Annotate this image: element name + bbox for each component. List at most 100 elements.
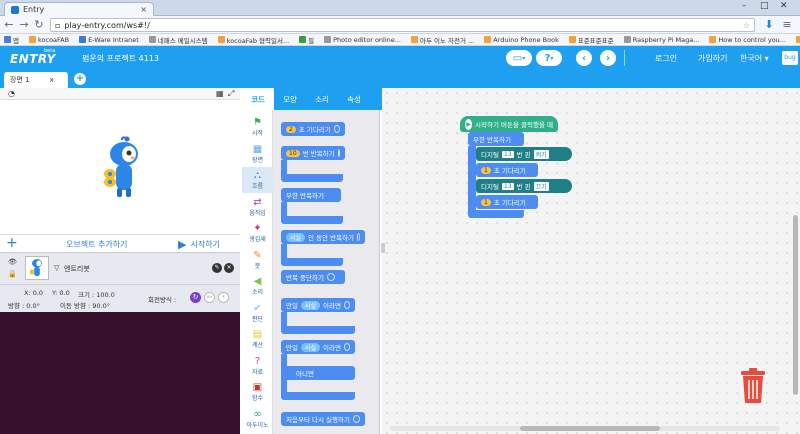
close-window-icon[interactable]: ✕ (780, 1, 788, 11)
palette-resize-handle[interactable] (381, 243, 385, 253)
lock-icon[interactable]: 🔒 (8, 270, 17, 278)
edit-object-icon[interactable]: ✎ (212, 263, 222, 273)
category-item[interactable]: ▣ 함수 (242, 379, 273, 405)
bookmark-item[interactable]: Photo editor online... (324, 36, 401, 44)
category-item[interactable]: ✔ 판단 (242, 300, 273, 326)
category-item[interactable]: ▦ 장면 (242, 141, 273, 167)
file-menu-button[interactable]: ▭ ▾ (506, 50, 532, 66)
delete-object-icon[interactable]: ✕ (224, 263, 234, 273)
palette-if-block[interactable]: 만일 사실 이라면 (281, 298, 355, 312)
stage-canvas[interactable] (0, 100, 240, 235)
pin-number-select[interactable]: 13 (501, 182, 514, 190)
palette-forever-block[interactable]: 무한 반복하기 (281, 188, 341, 202)
expand-chevron-icon[interactable]: ▽ (54, 264, 59, 272)
category-item[interactable]: ▤ 계산 (242, 326, 273, 352)
browser-tab[interactable]: Entry × (4, 2, 154, 16)
menu-icon[interactable]: ≡ (780, 18, 794, 32)
add-object-button[interactable]: 오브젝트 추가하기 (66, 239, 127, 250)
category-item[interactable]: ✎ 붓 (242, 247, 273, 273)
scene-tab[interactable]: 장면 1 x (4, 72, 68, 88)
category-item[interactable]: ? 자료 (242, 353, 273, 379)
url-input[interactable]: ▫ play-entry.com/ws#!/ ☆ (50, 18, 755, 32)
bookmark-item[interactable]: kocoaFab 협력일서... (217, 35, 289, 45)
rotate-free-icon[interactable]: ↻ (190, 292, 201, 303)
palette-tab[interactable]: 소리 (306, 88, 338, 110)
bookmark-item[interactable]: Arduino Phone Book (484, 36, 559, 44)
add-object-icon[interactable]: + (6, 235, 18, 251)
object-list-item[interactable]: 👁 🔒 ▽ 엔트리봇 ✎ ✕ (0, 253, 240, 285)
bookmark-item[interactable]: How to control you... (709, 36, 786, 44)
object-size[interactable]: 크기 : 100.0 (78, 289, 115, 299)
bookmark-star-icon[interactable]: ☆ (743, 21, 750, 30)
bookmark-item[interactable]: 기타 북마크 (796, 35, 800, 45)
object-x[interactable]: X: 0.0 (24, 289, 43, 297)
fullscreen-icon[interactable]: ⤢ (228, 89, 234, 99)
bookmark-item[interactable]: 필 (299, 35, 314, 45)
category-item[interactable]: ✦ 생김새 (242, 220, 273, 246)
horizontal-scroll-thumb[interactable] (520, 426, 660, 431)
bookmark-item[interactable]: 아두 이노 자전거 ... (410, 35, 474, 45)
rotate-none-icon[interactable]: • (218, 292, 229, 303)
palette-repeat-while-block[interactable]: 사실 인 동안 반복하기 (281, 230, 365, 244)
wait-seconds-value[interactable]: 1 (481, 166, 491, 174)
pin-state-select[interactable]: 끄기 (533, 181, 549, 191)
undo-button[interactable]: ‹ (576, 50, 592, 66)
bookmark-item[interactable]: kocoaFAB (28, 36, 69, 44)
speed-gauge-icon[interactable]: ◔ (8, 89, 15, 98)
close-tab-icon[interactable]: × (140, 5, 147, 14)
palette-tab[interactable]: 속성 (338, 88, 370, 110)
category-item[interactable]: ⚑ 시작 (242, 114, 273, 140)
signup-link[interactable]: 가입하기 (698, 53, 727, 64)
digital-pin-on-block[interactable]: 디지털 13 번 핀 켜기 (476, 147, 572, 161)
add-scene-button[interactable]: + (74, 73, 86, 85)
category-item[interactable]: ∞ 아두이노 (242, 406, 273, 432)
when-start-clicked-block[interactable]: ▶ 시작하기 버튼을 클릭했을 때 (460, 116, 558, 132)
object-y[interactable]: Y: 0.0 (52, 289, 70, 297)
minimize-icon[interactable]: – (742, 1, 747, 11)
rotate-horizontal-icon[interactable]: ↔ (204, 292, 215, 303)
forever-loop-block[interactable]: 무한 반복하기 (468, 132, 524, 146)
object-direction[interactable]: 방향 : 0.0° (8, 300, 40, 310)
palette-tab[interactable]: 코드 (242, 88, 274, 110)
palette-stop-repeat-block[interactable]: 반복 중단하기 (281, 270, 345, 284)
wait-block-1[interactable]: 1 초 기다리기 (476, 163, 538, 177)
bookmark-item[interactable]: 표준표준표준 (568, 35, 614, 45)
bookmark-item[interactable]: E-Ware Intranet (79, 36, 139, 44)
forward-icon[interactable]: → (17, 18, 31, 32)
digital-pin-off-block[interactable]: 디지털 13 번 핀 끄기 (476, 179, 572, 193)
extension-icon[interactable]: ⬇ (762, 18, 776, 32)
condition-value[interactable]: 사실 (286, 232, 306, 242)
help-menu-button[interactable]: ? ▾ (536, 50, 562, 66)
redo-button[interactable]: › (600, 50, 616, 66)
bookmark-item[interactable]: 앱 (4, 35, 19, 45)
wait-block-2[interactable]: 1 초 기다리기 (476, 195, 538, 209)
reload-icon[interactable]: ↻ (32, 18, 46, 32)
maximize-icon[interactable]: □ (760, 1, 769, 11)
palette-if-else-block[interactable]: 만일 사실 이라면 (281, 340, 355, 354)
condition-value[interactable]: 사실 (300, 300, 321, 310)
object-name[interactable]: 엔트리봇 (64, 264, 90, 274)
project-name[interactable]: 펌운의 프로젝트 4113 (82, 53, 159, 64)
grid-icon[interactable]: ▦ (216, 89, 224, 98)
bookmark-item[interactable]: Raspberry Pi Maga... (623, 36, 699, 44)
back-icon[interactable]: ← (2, 18, 16, 32)
workspace-vertical-scrollbar[interactable] (793, 215, 798, 395)
wait-seconds-value[interactable]: 1 (481, 198, 491, 206)
visibility-icon[interactable]: 👁 (8, 258, 17, 266)
repeat-count-value[interactable]: 10 (286, 149, 300, 157)
user-avatar[interactable]: bug (782, 51, 798, 65)
palette-wait-block[interactable]: 2 초 기다리기 (281, 122, 345, 136)
palette-restart-block[interactable]: 처음부터 다시 실행하기 (281, 412, 365, 426)
palette-repeat-block[interactable]: 10 번 반복하기 (281, 146, 345, 160)
scene-close-icon[interactable]: x (50, 76, 54, 84)
category-item[interactable]: ◀ 소리 (242, 273, 273, 299)
language-select[interactable]: 한국어 ▾ (740, 53, 769, 64)
category-item[interactable]: ⇄ 움직임 (242, 194, 273, 220)
entry-logo[interactable]: ENTRY (10, 52, 56, 66)
category-item[interactable]: ⛬ 흐름 (242, 167, 273, 193)
pin-number-select[interactable]: 13 (501, 150, 514, 158)
bookmark-item[interactable]: 네패스 메일시스템 (148, 35, 208, 45)
pin-state-select[interactable]: 켜기 (533, 149, 549, 159)
start-button[interactable]: ▶ 시작하기 (178, 238, 220, 251)
condition-value[interactable]: 사실 (300, 342, 321, 352)
